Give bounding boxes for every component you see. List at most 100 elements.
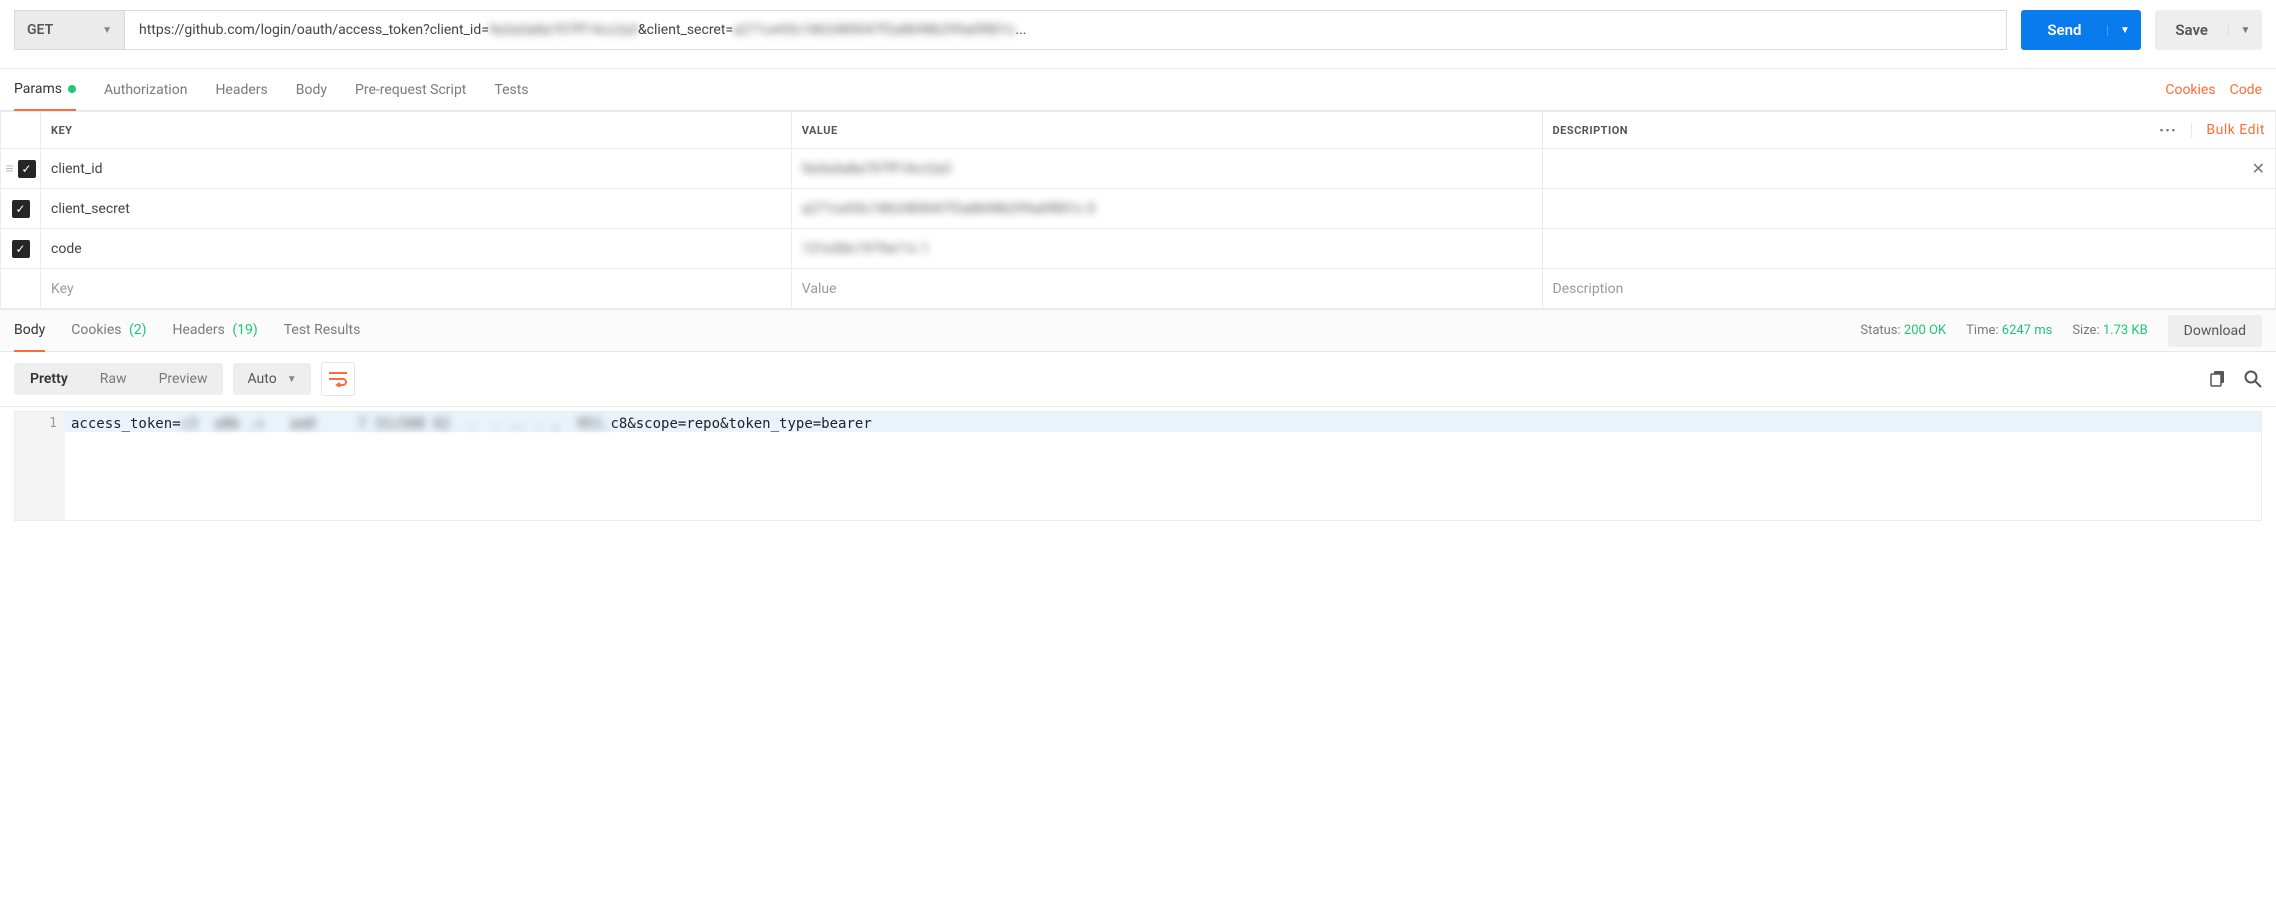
chevron-down-icon: ▼ (102, 25, 112, 36)
row-checkbox[interactable]: ✓ (18, 160, 36, 178)
url-text-ellipsis: ... (1015, 22, 1026, 38)
tab-params-label: Params (14, 81, 62, 97)
code-mid: c8 (610, 416, 627, 432)
status-label: Status: (1860, 323, 1900, 338)
code-suffix: &scope=repo&token_type=bearer (627, 416, 871, 432)
time-value: 6247 ms (2002, 323, 2053, 338)
params-table: KEY VALUE DESCRIPTION ••• Bulk Edit ≡ ✓ (0, 111, 2276, 309)
url-text-blur2: a271ce93c1862485047f2a8698b299a0f801c (733, 22, 1015, 38)
line-number: 1 (15, 416, 57, 431)
response-tabs: Body Cookies (2) Headers (19) Test Resul… (14, 310, 360, 351)
row-checkbox[interactable]: ✓ (12, 240, 30, 258)
time-label: Time: (1966, 323, 1998, 338)
col-key-header: KEY (41, 112, 792, 149)
body-toolbar-left: Pretty Raw Preview Auto ▼ (14, 362, 355, 396)
tab-authorization[interactable]: Authorization (104, 69, 187, 110)
table-row: ✓ code 131e30c1979a11c 1 (1, 229, 2276, 269)
view-mode-group: Pretty Raw Preview (14, 363, 223, 395)
drag-handle-icon[interactable]: ≡ (5, 160, 13, 177)
wrap-lines-button[interactable] (321, 362, 355, 396)
save-button[interactable]: Save ▼ (2155, 10, 2262, 50)
url-text-mid: &client_secret= (638, 22, 733, 38)
param-desc-cell[interactable] (1543, 229, 2276, 268)
wrap-icon (328, 371, 348, 387)
resp-tab-headers[interactable]: Headers (19) (173, 310, 258, 351)
request-tabs-row: Params Authorization Headers Body Pre-re… (0, 69, 2276, 111)
send-button-dropdown[interactable]: ▼ (2107, 25, 2141, 36)
bulk-edit-link[interactable]: Bulk Edit (2191, 122, 2265, 138)
body-toolbar-right (2210, 370, 2262, 388)
request-tabs: Params Authorization Headers Body Pre-re… (14, 69, 529, 110)
save-button-label: Save (2155, 21, 2228, 39)
view-preview-button[interactable]: Preview (143, 363, 224, 395)
more-menu-icon[interactable]: ••• (2160, 124, 2178, 137)
format-select-label: Auto (247, 371, 276, 387)
line-gutter: 1 (15, 412, 65, 520)
response-tabs-row: Body Cookies (2) Headers (19) Test Resul… (0, 309, 2276, 352)
param-key-cell[interactable]: client_secret (41, 189, 791, 228)
response-code[interactable]: access_token=c3 a8b .c aa0 7 31c588 62 .… (65, 412, 2261, 520)
status-value: 200 OK (1904, 323, 1946, 338)
chevron-down-icon: ▼ (287, 374, 297, 385)
status-meta: Status: 200 OK (1860, 323, 1946, 338)
code-prefix: access_token= (71, 416, 181, 432)
param-value-cell[interactable]: 9a3a3a8a707ff14cc2a3 (792, 149, 1542, 188)
close-icon[interactable]: ✕ (2252, 159, 2265, 178)
resp-tab-body[interactable]: Body (14, 310, 45, 352)
tab-headers[interactable]: Headers (215, 69, 267, 110)
time-meta: Time: 6247 ms (1966, 323, 2052, 338)
param-value-input[interactable]: Value (792, 269, 1542, 308)
resp-tab-cookies[interactable]: Cookies (2) (71, 310, 146, 351)
search-button[interactable] (2244, 370, 2262, 388)
param-value-cell[interactable]: a271ce93c1862485047f2a8698b299a0f801c 0 (792, 189, 1542, 228)
tab-params[interactable]: Params (14, 69, 76, 111)
resp-tab-headers-count: (19) (232, 322, 257, 338)
code-link[interactable]: Code (2230, 82, 2262, 98)
send-button-label: Send (2021, 21, 2107, 39)
resp-tab-cookies-label: Cookies (71, 322, 121, 338)
http-method-label: GET (27, 22, 53, 38)
resp-tab-cookies-count: (2) (129, 322, 147, 338)
param-desc-input[interactable]: Description (1543, 269, 2276, 308)
param-desc-cell[interactable] (1543, 189, 2276, 228)
view-pretty-button[interactable]: Pretty (14, 363, 84, 395)
col-handle-header (1, 112, 41, 149)
col-desc-header: DESCRIPTION ••• Bulk Edit (1542, 112, 2276, 149)
param-desc-cell[interactable]: ✕ (1543, 149, 2276, 188)
dot-icon (68, 85, 76, 93)
row-checkbox[interactable]: ✓ (12, 200, 30, 218)
format-select[interactable]: Auto ▼ (233, 363, 310, 395)
size-meta: Size: 1.73 KB (2072, 323, 2147, 338)
save-button-dropdown[interactable]: ▼ (2228, 25, 2262, 36)
body-toolbar: Pretty Raw Preview Auto ▼ (0, 352, 2276, 407)
http-method-select[interactable]: GET ▼ (15, 11, 125, 49)
param-value-text: a271ce93c1862485047f2a8698b299a0f801c 0 (802, 201, 1096, 217)
resp-tab-headers-label: Headers (173, 322, 225, 338)
copy-button[interactable] (2210, 370, 2228, 388)
download-button[interactable]: Download (2168, 315, 2262, 347)
table-row-new: Key Value Description (1, 269, 2276, 309)
param-value-cell[interactable]: 131e30c1979a11c 1 (792, 229, 1542, 268)
param-value-text: 131e30c1979a11c 1 (802, 241, 930, 257)
table-row: ≡ ✓ client_id 9a3a3a8a707ff14cc2a3 ✕ (1, 149, 2276, 189)
view-raw-button[interactable]: Raw (84, 363, 143, 395)
response-meta: Status: 200 OK Time: 6247 ms Size: 1.73 … (1860, 315, 2262, 347)
url-input[interactable]: https://github.com/login/oauth/access_to… (125, 11, 2006, 49)
cookies-link[interactable]: Cookies (2165, 82, 2215, 98)
tab-body[interactable]: Body (296, 69, 327, 110)
param-key-cell[interactable]: code (41, 229, 791, 268)
response-code-area: 1 access_token=c3 a8b .c aa0 7 31c588 62… (14, 411, 2262, 521)
table-row: ✓ client_secret a271ce93c1862485047f2a86… (1, 189, 2276, 229)
tab-tests[interactable]: Tests (494, 69, 528, 110)
url-text-prefix: https://github.com/login/oauth/access_to… (139, 22, 489, 38)
resp-tab-tests[interactable]: Test Results (284, 310, 361, 351)
request-row: GET ▼ https://github.com/login/oauth/acc… (0, 0, 2276, 69)
param-key-cell[interactable]: client_id (41, 149, 791, 188)
size-value: 1.73 KB (2103, 323, 2148, 338)
param-key-input[interactable]: Key (41, 269, 791, 308)
code-blur: c3 a8b .c aa0 7 31c588 62 . . .. . , 951… (181, 416, 611, 432)
size-label: Size: (2072, 323, 2099, 338)
tab-prerequest[interactable]: Pre-request Script (355, 69, 466, 110)
address-group: GET ▼ https://github.com/login/oauth/acc… (14, 10, 2007, 50)
send-button[interactable]: Send ▼ (2021, 10, 2141, 50)
